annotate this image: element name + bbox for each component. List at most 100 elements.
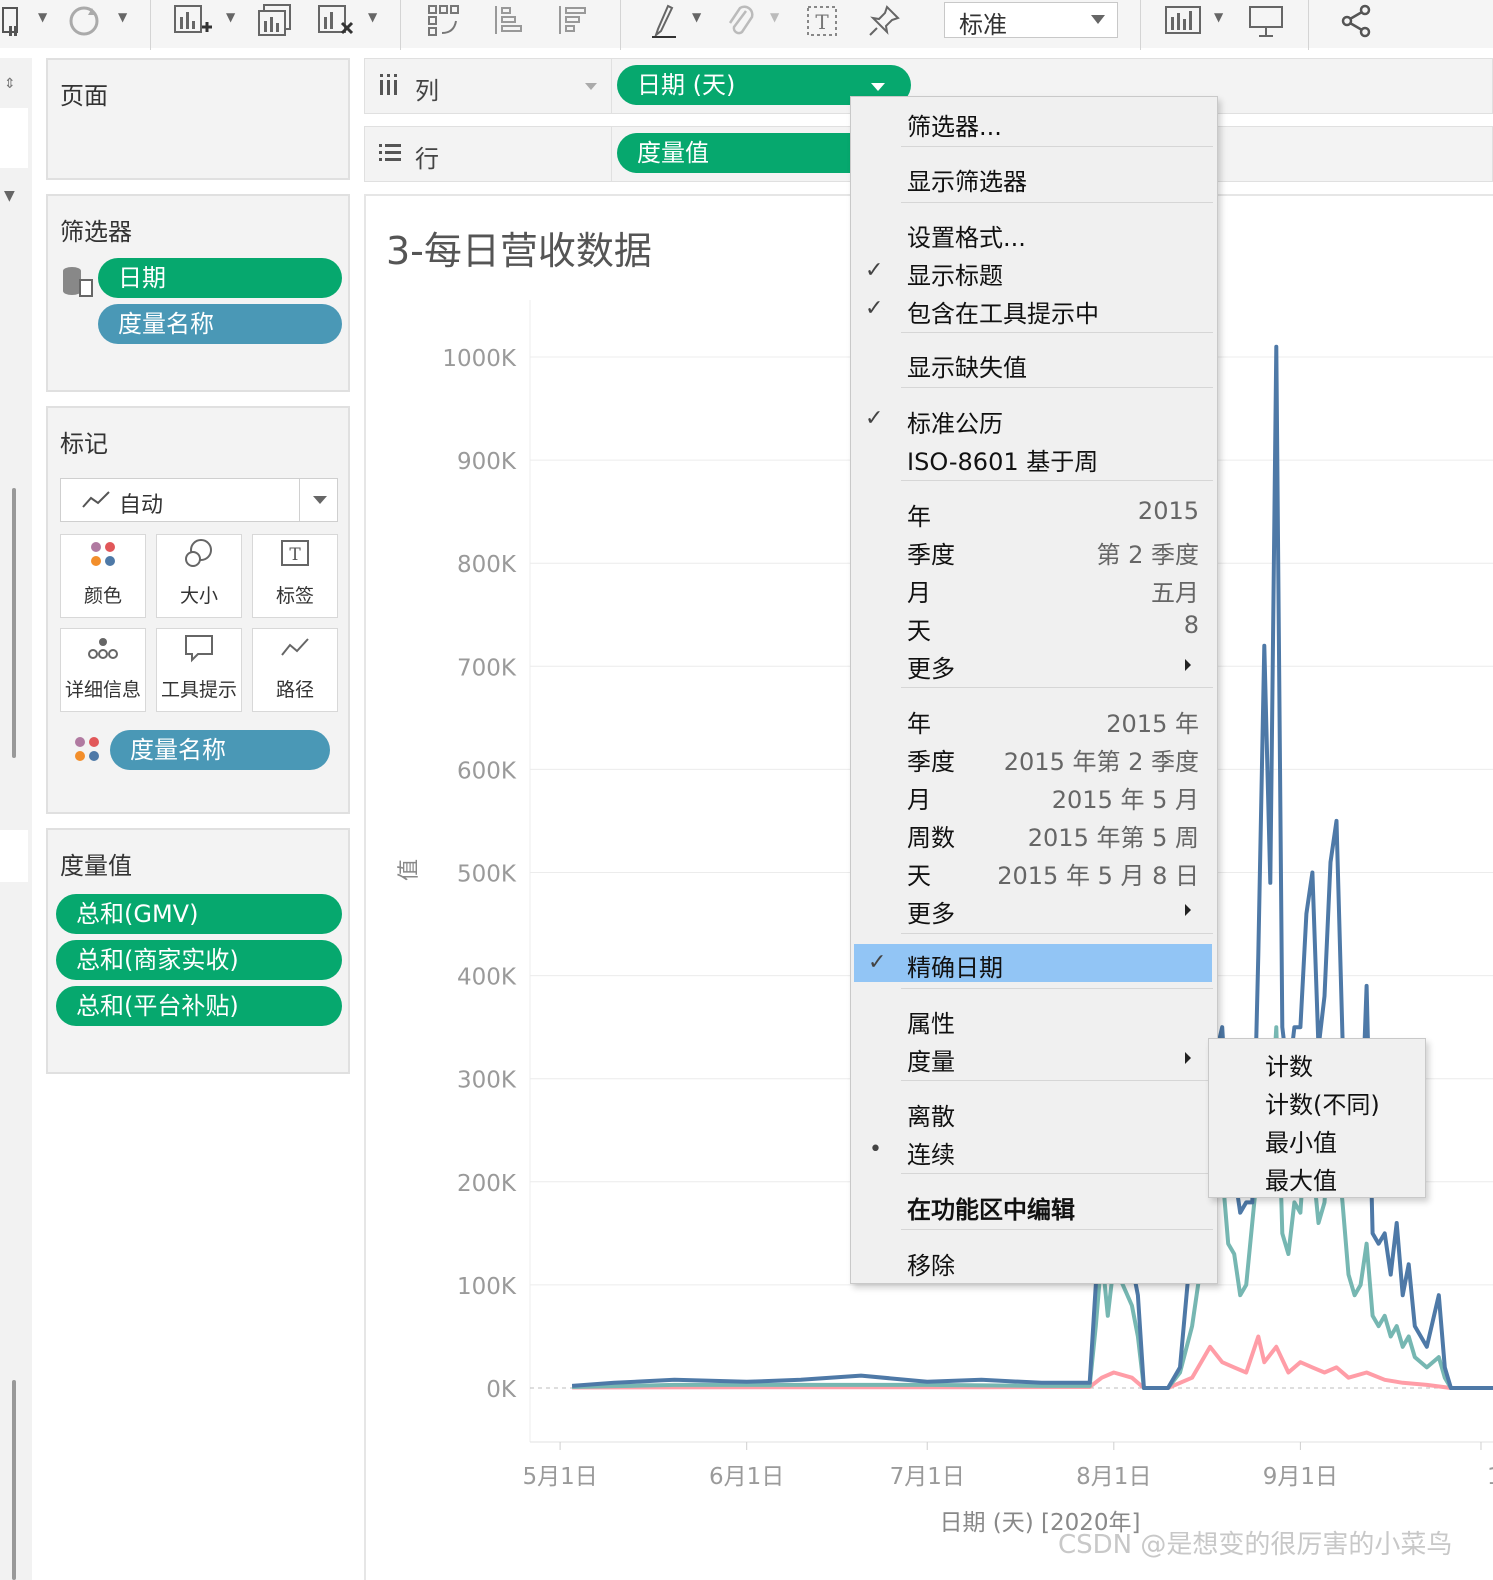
menu-item-standard-calendar[interactable]: ✓ 标准公历 [851,400,1217,438]
menu-item-label: 包含在工具提示中 [907,300,1099,328]
svg-text:T: T [289,545,301,565]
checkmark-icon: ✓ [868,950,887,975]
menu-item-exact-date[interactable]: ✓ 精确日期 [854,944,1212,982]
color-icon [61,535,145,581]
show-me-icon[interactable] [1162,4,1204,38]
measure-values-title: 度量值 [60,852,132,880]
menu-item-show-header[interactable]: ✓ 显示标题 [851,252,1217,290]
measure-pill-merchant-income[interactable]: 总和(商家实收) [56,940,342,980]
submenu-item-min[interactable]: 最小值 [1265,1123,1337,1158]
mark-color-button[interactable]: 颜色 [60,534,146,618]
mark-type-select[interactable]: 自动 [60,478,338,522]
menu-item-label: 显示标题 [907,262,1003,290]
mark-size-button[interactable]: 大小 [156,534,242,618]
menu-item-label: 天 [907,617,931,645]
chevron-down-icon[interactable]: ▼ [692,10,701,24]
columns-icon [380,74,397,95]
menu-item-continuous-week[interactable]: 周数 2015 年第 5 周 [851,814,1217,852]
presentation-icon[interactable] [1246,4,1286,38]
fit-select[interactable]: 标准 [944,2,1118,39]
menu-item-discrete-more[interactable]: 更多 [851,645,1217,683]
menu-item-iso-week[interactable]: ISO-8601 基于周 [851,438,1217,476]
menu-item-continuous-day[interactable]: 天 2015 年 5 月 8 日 [851,852,1217,890]
menu-item-example: 2015 年 5 月 [1051,786,1199,814]
menu-item-discrete-month[interactable]: 月 五月 [851,569,1217,607]
mark-label-button[interactable]: T 标签 [252,534,338,618]
filter-pill-measure-names[interactable]: 度量名称 [98,304,342,344]
highlight-icon[interactable] [646,4,682,38]
swap-icon[interactable] [424,4,464,38]
menu-item-label: 季度 [907,748,955,776]
x-tick-label: 10 [1487,1464,1493,1490]
toolbar-divider [1308,0,1309,50]
share-icon[interactable] [1336,4,1376,38]
scrollbar[interactable] [12,488,16,758]
menu-separator [901,202,1213,203]
menu-item-example: 五月 [1151,579,1199,607]
sort-desc-icon[interactable] [552,4,592,38]
chevron-down-icon[interactable]: ▼ [4,188,15,204]
pages-card[interactable]: 页面 [46,58,350,180]
chevron-down-icon[interactable]: ▼ [118,10,127,24]
menu-item-filter[interactable]: 筛选器... [851,103,1217,141]
chevron-down-icon[interactable]: ▼ [38,10,47,24]
chevron-down-icon[interactable] [585,83,597,90]
color-pill-measure-names[interactable]: 度量名称 [110,730,330,770]
duplicate-sheet-icon[interactable] [254,4,298,38]
menu-item-continuous-quarter[interactable]: 季度 2015 年第 2 季度 [851,738,1217,776]
submenu-item-max[interactable]: 最大值 [1265,1161,1337,1196]
pin-icon[interactable] [866,4,902,38]
menu-item-edit-in-shelf[interactable]: 在功能区中编辑 [851,1186,1217,1224]
datasource-icon[interactable] [0,4,22,38]
menu-item-label: 周数 [907,824,955,852]
mark-path-button[interactable]: 路径 [252,628,338,712]
submenu-item-count[interactable]: 计数 [1265,1047,1313,1082]
measure-submenu: 计数 计数(不同) 最小值 最大值 [1208,1038,1426,1198]
detail-icon [61,629,145,675]
new-sheet-icon[interactable] [170,4,214,38]
color-dots-icon [72,734,102,768]
measure-values-card[interactable]: 度量值 总和(GMV) 总和(商家实收) 总和(平台补贴) [46,828,350,1074]
menu-item-continuous[interactable]: • 连续 [851,1131,1217,1169]
chevron-down-icon[interactable]: ▼ [770,10,779,24]
text-icon[interactable]: T [804,4,840,38]
menu-item-remove[interactable]: 移除 [851,1242,1217,1280]
menu-item-format[interactable]: 设置格式... [851,214,1217,252]
menu-item-measure[interactable]: 度量 [851,1038,1217,1076]
chevron-down-icon[interactable]: ▼ [1214,10,1223,24]
menu-separator [901,933,1213,934]
refresh-icon[interactable] [64,4,104,38]
menu-item-example: 2015 年 [1106,710,1199,738]
checkmark-icon: ✓ [865,258,884,283]
y-tick-label: 600K [457,758,517,784]
mark-detail-button[interactable]: 详细信息 [60,628,146,712]
menu-item-continuous-year[interactable]: 年 2015 年 [851,700,1217,738]
filter-pill-date[interactable]: 日期 [98,258,342,298]
measure-pill-gmv[interactable]: 总和(GMV) [56,894,342,934]
menu-item-continuous-more[interactable]: 更多 [851,890,1217,928]
menu-item-label: 离散 [907,1103,955,1131]
menu-item-show-filter[interactable]: 显示筛选器 [851,158,1217,196]
menu-item-continuous-month[interactable]: 月 2015 年 5 月 [851,776,1217,814]
menu-item-discrete-quarter[interactable]: 季度 第 2 季度 [851,531,1217,569]
y-tick-label: 200K [457,1171,517,1197]
menu-item-show-missing[interactable]: 显示缺失值 [851,344,1217,382]
filters-card[interactable]: 筛选器 日期 度量名称 [46,194,350,392]
submenu-item-count-distinct[interactable]: 计数(不同) [1265,1085,1380,1120]
menu-item-discrete-day[interactable]: 天8 [851,607,1217,645]
expand-icon[interactable]: ⇕ [4,76,16,92]
toolbar: ▼ ▼ ▼ ▼ ▼ ▼ T 标准 ▼ [0,0,1493,50]
measure-pill-platform-subsidy[interactable]: 总和(平台补贴) [56,986,342,1026]
menu-item-discrete-year[interactable]: 年 2015 [851,493,1217,531]
menu-item-include-tooltip[interactable]: ✓ 包含在工具提示中 [851,290,1217,328]
chevron-down-icon[interactable]: ▼ [226,10,235,24]
menu-item-attribute[interactable]: 属性 [851,1000,1217,1038]
chevron-down-icon[interactable] [871,83,885,91]
menu-item-discrete[interactable]: 离散 [851,1093,1217,1131]
clear-sheet-icon[interactable] [314,4,358,38]
sort-asc-icon[interactable] [488,4,528,38]
scrollbar[interactable] [12,1380,16,1580]
paperclip-icon[interactable] [722,4,758,38]
chevron-down-icon[interactable]: ▼ [368,10,377,24]
mark-tooltip-button[interactable]: 工具提示 [156,628,242,712]
